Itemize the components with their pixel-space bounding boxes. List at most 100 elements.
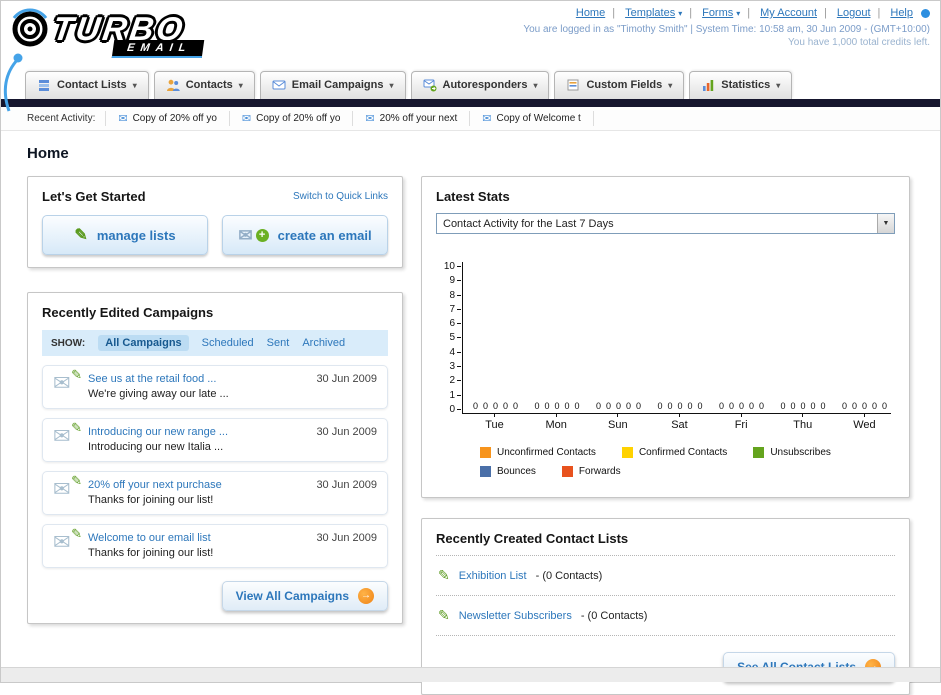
bar-value-label: 0: [687, 401, 693, 411]
legend-swatch: [621, 447, 633, 458]
contact-list-detail: - (0 Contacts): [580, 609, 648, 622]
legend-swatch: [480, 447, 491, 458]
bar-value-label: 0: [790, 401, 796, 411]
contact-list-name[interactable]: Exhibition List: [459, 570, 527, 582]
tab-custom-fields[interactable]: Custom Fields ▾: [554, 71, 685, 99]
y-tick: 5: [449, 333, 461, 343]
page-footer: [1, 667, 940, 682]
x-tick-label: Tue: [472, 414, 517, 431]
filter-scheduled[interactable]: Scheduled: [202, 337, 254, 349]
tab-contact-lists[interactable]: Contact Lists ▾: [25, 71, 149, 99]
campaign-subtitle: Thanks for joining our list!: [88, 494, 214, 506]
bar-value-label: 0: [605, 401, 611, 411]
tab-autoresponders[interactable]: Autoresponders ▾: [410, 71, 550, 99]
legend-label: Unsubscribes: [770, 447, 831, 458]
y-tick: 1: [449, 390, 461, 400]
tab-label: Email Campaigns: [291, 79, 384, 91]
envelope-icon: ✉: [53, 531, 71, 554]
nav-logout[interactable]: Logout: [817, 7, 871, 19]
nav-my-account[interactable]: My Account: [740, 7, 817, 19]
header: TURBO EMAIL Home Templates▾ Forms▾ My Ac…: [1, 1, 940, 112]
tab-statistics[interactable]: Statistics ▾: [689, 71, 793, 99]
tab-email-campaigns[interactable]: Email Campaigns ▾: [259, 71, 406, 99]
bar-value-label: 0: [820, 401, 826, 411]
nav-logout-link[interactable]: Logout: [837, 7, 871, 19]
chart-bars: 00000000000000000000000000000000000: [463, 401, 891, 411]
nav-templates-link[interactable]: Templates: [625, 7, 675, 19]
legend-item: Confirmed Contacts: [621, 447, 727, 458]
nav-templates[interactable]: Templates▾: [605, 7, 682, 19]
bar-value-label: 0: [719, 401, 725, 411]
stats-period-dropdown[interactable]: Contact Activity for the Last 7 Days ▼: [436, 213, 895, 234]
nav-forms-link[interactable]: Forms: [702, 7, 733, 19]
recent-campaigns-title: Recently Edited Campaigns: [42, 305, 214, 320]
autoresponders-icon: [423, 79, 436, 92]
bar-value-label: 0: [861, 401, 867, 411]
x-tick-label: Sat: [657, 414, 702, 431]
app-logo[interactable]: TURBO EMAIL: [9, 7, 239, 59]
contact-list-item[interactable]: ✎ Exhibition List - (0 Contacts): [436, 556, 895, 596]
nav-home[interactable]: Home: [576, 7, 605, 19]
tab-label: Contact Lists: [57, 79, 127, 91]
help-icon[interactable]: [921, 8, 930, 18]
campaign-title[interactable]: Welcome to our email list: [88, 532, 305, 544]
chart-x-axis: Tue Mon Sun Sat Fri Thu Wed: [462, 414, 891, 431]
nav-forms[interactable]: Forms▾: [682, 7, 740, 19]
arrow-right-icon: →: [358, 588, 374, 604]
tab-contacts[interactable]: Contacts ▾: [153, 71, 255, 99]
switch-quick-links-link[interactable]: Switch to Quick Links: [293, 191, 388, 202]
recent-activity-item[interactable]: ✉ Copy of 20% off yo: [105, 111, 229, 126]
contact-list-name[interactable]: Newsletter Subscribers: [459, 610, 572, 622]
bar-value-label: 0: [780, 401, 786, 411]
pencil-icon: ✎: [74, 227, 88, 244]
envelope-icon: ✉: [53, 478, 71, 501]
pencil-icon: ✎: [71, 526, 82, 541]
campaign-list-item[interactable]: ✉ ✎ Introducing our new range ... Introd…: [42, 418, 388, 462]
recent-activity-item[interactable]: ✉ Copy of 20% off yo: [228, 111, 353, 126]
recent-activity-item[interactable]: ✉ 20% off your next: [352, 111, 469, 126]
create-email-button[interactable]: ✉ + create an email: [222, 215, 388, 255]
filter-sent[interactable]: Sent: [267, 337, 290, 349]
nav-help[interactable]: Help: [871, 7, 930, 19]
campaign-list-item[interactable]: ✉ ✎ See us at the retail food ... We're …: [42, 365, 388, 409]
recent-activity-text: 20% off your next: [379, 113, 458, 124]
contact-list-detail: - (0 Contacts): [535, 569, 603, 582]
bar-value-label: 0: [502, 401, 508, 411]
envelope-icon: ✉: [118, 113, 128, 125]
campaign-list-item[interactable]: ✉ ✎ 20% off your next purchase Thanks fo…: [42, 471, 388, 515]
campaign-title[interactable]: 20% off your next purchase: [88, 479, 305, 491]
header-right: Home Templates▾ Forms▾ My Account Logout…: [523, 7, 930, 48]
contact-list-item[interactable]: ✎ Newsletter Subscribers - (0 Contacts): [436, 596, 895, 636]
legend-item: Unconfirmed Contacts: [480, 447, 596, 458]
recent-activity-item[interactable]: ✉ Copy of Welcome t: [469, 111, 594, 126]
get-started-panel: Let's Get Started Switch to Quick Links …: [27, 176, 403, 268]
pencil-icon: ✎: [438, 567, 450, 583]
contacts-icon: [166, 79, 180, 91]
statistics-icon: [703, 80, 714, 91]
bar-value-label: 0: [871, 401, 877, 411]
campaign-list-item[interactable]: ✉ ✎ Welcome to our email list Thanks for…: [42, 524, 388, 568]
nav-home-link[interactable]: Home: [576, 7, 605, 19]
bar-value-label: 0: [544, 401, 550, 411]
custom-fields-icon: [567, 79, 579, 91]
dropdown-caret-icon[interactable]: ▼: [877, 214, 894, 233]
email-edit-icon: ✉ ✎: [53, 473, 82, 501]
filter-archived[interactable]: Archived: [302, 337, 345, 349]
bar-group: 00000: [596, 401, 641, 411]
email-campaigns-icon: [272, 80, 286, 90]
login-info: You are logged in as "Timothy Smith" | S…: [523, 24, 930, 35]
chart-plot-area: 00000000000000000000000000000000000: [462, 262, 891, 414]
chevron-down-icon: ▾: [389, 80, 394, 90]
nav-my-account-link[interactable]: My Account: [760, 7, 817, 19]
campaign-title[interactable]: See us at the retail food ...: [88, 373, 305, 385]
campaign-title[interactable]: Introducing our new range ...: [88, 426, 305, 438]
recent-contact-lists-title: Recently Created Contact Lists: [436, 531, 895, 556]
filter-all-campaigns[interactable]: All Campaigns: [98, 335, 189, 351]
manage-lists-button[interactable]: ✎ manage lists: [42, 215, 208, 255]
bar-value-label: 0: [482, 401, 488, 411]
bar-value-label: 0: [635, 401, 641, 411]
email-edit-icon: ✉ ✎: [53, 526, 82, 554]
view-all-campaigns-button[interactable]: View All Campaigns →: [221, 581, 388, 611]
view-all-campaigns-label: View All Campaigns: [235, 589, 349, 603]
nav-help-link[interactable]: Help: [890, 7, 913, 19]
